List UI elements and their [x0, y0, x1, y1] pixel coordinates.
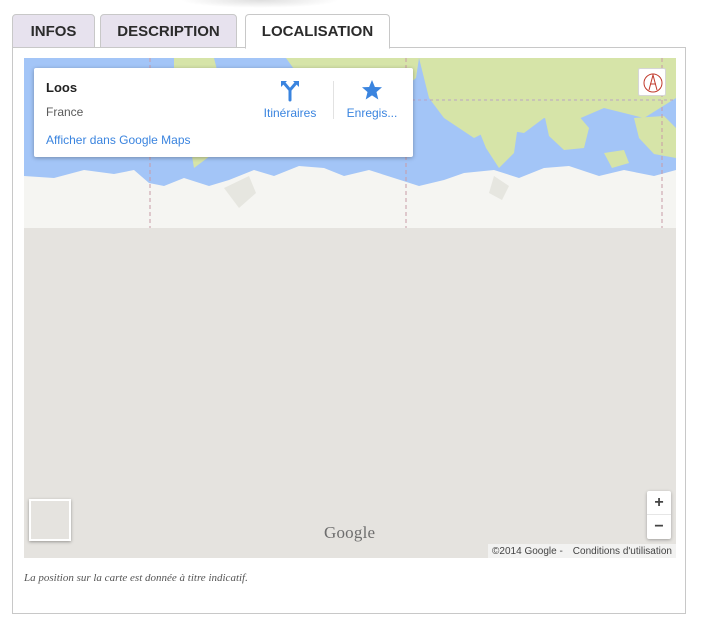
map-disclaimer-note: La position sur la carte est donnée à ti…: [24, 572, 248, 584]
tab-localisation[interactable]: LOCALISATION: [245, 14, 390, 49]
save-place-button[interactable]: Enregis...: [336, 74, 408, 126]
zoom-control: + −: [647, 491, 671, 539]
save-place-label: Enregis...: [346, 106, 398, 120]
tab-description[interactable]: DESCRIPTION: [100, 14, 237, 48]
compass-control[interactable]: [638, 68, 666, 96]
place-name: Loos: [46, 80, 78, 95]
compass-icon: [643, 73, 663, 93]
place-info-card: Loos France Afficher dans Google Maps It…: [34, 68, 413, 157]
map-view[interactable]: Loos France Afficher dans Google Maps It…: [24, 58, 676, 558]
tab-localisation-label: LOCALISATION: [261, 23, 374, 40]
map-attribution: ©2014 Google - Conditions d'utilisation: [488, 544, 676, 558]
map-copyright: ©2014 Google -: [492, 545, 563, 557]
google-logo: Google: [324, 523, 376, 542]
routes-icon: [281, 81, 299, 102]
place-country: France: [46, 105, 84, 119]
tab-infos-label: INFOS: [30, 22, 77, 40]
tab-description-label: DESCRIPTION: [117, 22, 220, 40]
zoom-in-button[interactable]: +: [647, 491, 671, 515]
zoom-out-button[interactable]: −: [647, 515, 671, 539]
map-overview-thumbnail[interactable]: [29, 499, 71, 541]
star-icon: [362, 80, 382, 100]
localisation-panel: Loos France Afficher dans Google Maps It…: [12, 47, 686, 614]
card-divider: [333, 81, 334, 119]
top-shadow: [180, 0, 340, 8]
directions-button[interactable]: Itinéraires: [254, 74, 326, 126]
terms-of-use-link[interactable]: Conditions d'utilisation: [573, 546, 672, 557]
directions-label: Itinéraires: [263, 106, 317, 120]
view-in-google-maps-link[interactable]: Afficher dans Google Maps: [46, 133, 191, 147]
tab-infos[interactable]: INFOS: [12, 14, 95, 48]
